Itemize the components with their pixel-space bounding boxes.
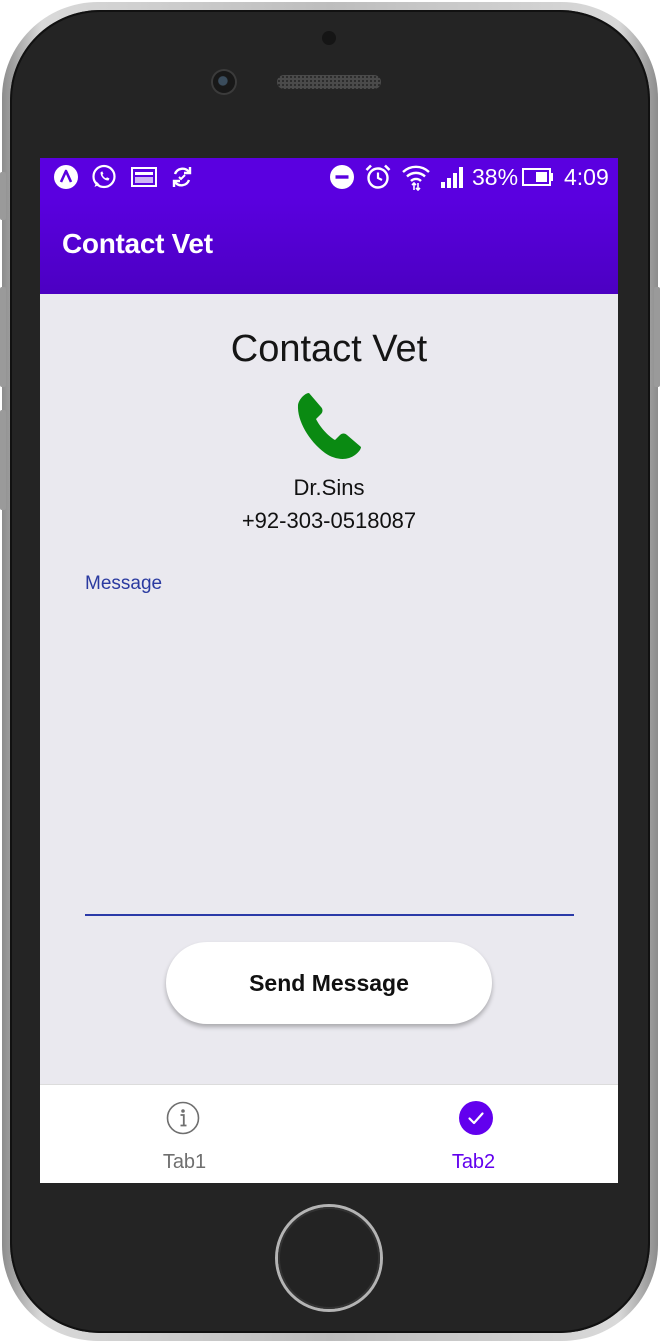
app-launcher-icon (52, 163, 80, 191)
do-not-disturb-icon (328, 163, 356, 191)
page-heading: Contact Vet (230, 328, 428, 370)
message-label: Message (85, 573, 163, 594)
volume-up-button (0, 287, 6, 387)
vet-phone-number[interactable]: +92-303-0518087 (40, 508, 618, 534)
whatsapp-icon (90, 163, 118, 191)
app-screen: 38% 4:09 Contact Vet Contact Vet Dr.Sins… (40, 158, 618, 1183)
battery-icon (522, 163, 554, 191)
app-bar-title: Contact Vet (62, 228, 213, 259)
mute-switch (0, 172, 6, 220)
front-camera (213, 71, 235, 93)
check-circle-icon (459, 1101, 493, 1135)
power-button (654, 287, 660, 387)
bottom-tab-bar: Tab1 Tab2 (40, 1084, 618, 1183)
sync-icon (168, 163, 196, 191)
send-message-button[interactable]: Send Message (166, 942, 492, 1024)
clock-time: 4:09 (564, 164, 609, 190)
vet-name: Dr.Sins (293, 475, 365, 500)
alarm-icon (364, 163, 392, 191)
proximity-sensor (322, 31, 336, 45)
battery-percent: 38% (472, 164, 519, 190)
info-icon (166, 1101, 200, 1135)
tab-tab2[interactable]: Tab2 (329, 1085, 618, 1183)
phone-icon[interactable] (295, 391, 363, 461)
signal-icon (438, 163, 466, 191)
message-input[interactable] (85, 598, 574, 916)
app-bar: Contact Vet (40, 196, 618, 294)
status-bar: 38% 4:09 (40, 158, 618, 196)
volume-down-button (0, 410, 6, 510)
tab-tab1[interactable]: Tab1 (40, 1085, 329, 1183)
tab-label: Tab1 (162, 1151, 207, 1173)
gallery-icon (130, 163, 158, 191)
wifi-icon (400, 163, 432, 191)
tab-label: Tab2 (451, 1151, 496, 1173)
earpiece-speaker (277, 75, 381, 89)
home-button[interactable] (278, 1207, 380, 1309)
